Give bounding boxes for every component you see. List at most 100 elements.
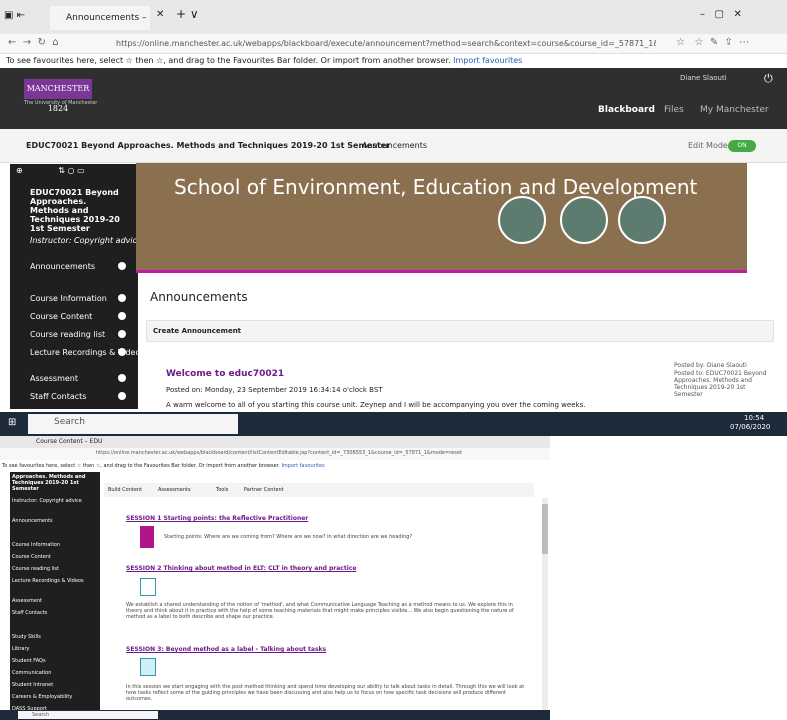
windows-taskbar-2: Search <box>0 710 550 720</box>
scrollbar[interactable] <box>542 498 548 712</box>
clock-date: 07/06/2020 <box>730 423 771 431</box>
menu-course-content-2[interactable]: Course Content <box>12 554 82 560</box>
menu-copyright-2[interactable]: Instructor: Copyright advice <box>12 498 82 504</box>
browser-tab-bar: ▣ ⇤ Announcements – EDL ✕ + ∨ – ▢ ✕ <box>0 0 787 34</box>
import-favourites-link-2[interactable]: Import favourites <box>281 463 324 469</box>
menu-communication[interactable]: Communication <box>12 670 82 676</box>
favorites-hint-2: To see favourites here, select ☆ then ☆,… <box>2 463 280 469</box>
session-3-link[interactable]: SESSION 3: Beyond method as a label - Ta… <box>126 646 326 653</box>
tools-button[interactable]: Tools <box>216 487 228 493</box>
content-toolbar: Build Content Assessments Tools Partner … <box>104 483 534 497</box>
announcement-body: A warm welcome to all of you starting th… <box>166 401 586 409</box>
menu-dot <box>118 262 126 270</box>
address-bar: ← → ↻ ⌂ https://online.manchester.ac.uk/… <box>0 34 787 54</box>
menu-copyright[interactable]: Instructor: Copyright advice <box>30 236 142 245</box>
menu-announcements[interactable]: Announcements <box>30 262 130 271</box>
session-1-link[interactable]: SESSION 1 Starting points: the Reflectiv… <box>126 515 308 522</box>
url-input[interactable]: https://online.manchester.ac.uk/webapps/… <box>116 37 656 51</box>
favorites-bar-2: To see favourites here, select ☆ then ☆,… <box>0 460 550 472</box>
favorites-hint-2: then ☆, and drag to the Favourites Bar f… <box>135 56 451 65</box>
menu-dot <box>118 348 126 356</box>
windows-taskbar: ⊞ Search 10:54 07/06/2020 <box>0 412 787 436</box>
announcement-title[interactable]: Welcome to educ70021 <box>166 369 284 379</box>
nav-files[interactable]: Files <box>664 105 684 115</box>
breadcrumb-course[interactable]: EDUC70021 Beyond Approaches. Methods and… <box>26 129 390 163</box>
menu-announcements-2[interactable]: Announcements <box>12 518 82 524</box>
menu-student-intranet[interactable]: Student Intranet <box>12 682 82 688</box>
menu-careers[interactable]: Careers & Employability <box>12 694 82 700</box>
close-tab-icon[interactable]: ✕ <box>156 9 164 20</box>
menu-course-information[interactable]: Course Information <box>30 294 130 303</box>
session-icon <box>140 526 154 548</box>
partner-content-button[interactable]: Partner Content <box>244 487 284 493</box>
build-content-button[interactable]: Build Content <box>108 487 142 493</box>
favorites-hint: To see favourites here, select <box>6 56 124 65</box>
site-header: MANCHESTER 1824 The University of Manche… <box>0 68 787 129</box>
assessments-button[interactable]: Assessments <box>158 487 191 493</box>
menu-staff-contacts-2[interactable]: Staff Contacts <box>12 610 82 616</box>
browser-actions[interactable]: ☆ ☆ ✎ ⇪ ⋯ <box>676 37 749 48</box>
tab-course-content[interactable]: Course Content – EDU <box>36 438 102 445</box>
nav-buttons[interactable]: ← → ↻ ⌂ <box>8 37 59 48</box>
banner-photo <box>560 196 608 244</box>
session-3-desc: In this session we start engaging with t… <box>126 684 525 702</box>
menu-assessment-2[interactable]: Assessment <box>12 598 82 604</box>
browser-tab-bar-2: Course Content – EDU <box>0 436 550 448</box>
menu-reading-list[interactable]: Course reading list <box>30 330 130 339</box>
menu-assessment[interactable]: Assessment <box>30 374 130 383</box>
menu-dot <box>118 374 126 382</box>
session-icon <box>140 658 156 676</box>
tab-announcements[interactable]: Announcements – EDL <box>50 6 150 30</box>
logo-subtitle: The University of Manchester <box>24 100 98 106</box>
url-input-2[interactable]: https://online.manchester.ac.uk/webapps/… <box>96 450 462 456</box>
university-logo[interactable]: MANCHESTER 1824 <box>24 79 92 113</box>
menu-tools-icon[interactable]: ⊕ ⇅ ○ ▭ <box>16 166 85 175</box>
menu-course-content[interactable]: Course Content <box>30 312 130 321</box>
create-announcement-button[interactable]: Create Announcement <box>153 327 241 335</box>
nav-blackboard[interactable]: Blackboard <box>598 105 655 115</box>
power-icon[interactable]: ⏻ <box>764 72 773 86</box>
menu-lecture-recordings[interactable]: Lecture Recordings & Videos <box>30 348 145 357</box>
menu-dot <box>118 312 126 320</box>
tab-title: Announcements – EDL <box>66 13 150 23</box>
session-2-link[interactable]: SESSION 2 Thinking about method in ELT: … <box>126 565 356 572</box>
menu-course-title[interactable]: EDUC70021 Beyond Approaches. Methods and… <box>30 188 126 233</box>
banner-title: School of Environment, Education and Dev… <box>174 175 698 199</box>
menu-course-information-2[interactable]: Course Information <box>12 542 82 548</box>
breadcrumb-page: Announcements <box>362 141 428 150</box>
menu-course-title-2[interactable]: Approaches. Methods and Techniques 2019-… <box>12 474 92 492</box>
course-menu-2: Approaches. Methods and Techniques 2019-… <box>10 472 100 720</box>
session-1-desc: Starting points: Where are we coming fro… <box>164 534 412 540</box>
announcement-poster: Posted by: Diane Slaouti <box>674 362 747 369</box>
address-bar-2: https://online.manchester.ac.uk/webapps/… <box>0 448 550 460</box>
menu-lecture-recordings-2[interactable]: Lecture Recordings & Videos <box>12 578 84 584</box>
menu-staff-contacts[interactable]: Staff Contacts <box>30 392 130 401</box>
action-bar: Create Announcement <box>146 320 774 342</box>
menu-student-faqs[interactable]: Student FAQs <box>12 658 82 664</box>
edit-mode-toggle[interactable]: ON <box>728 140 756 152</box>
scrollbar-thumb[interactable] <box>542 504 548 554</box>
clock-time: 10:54 <box>744 414 765 422</box>
search-label-2: Search <box>32 712 50 718</box>
menu-reading-list-2[interactable]: Course reading list <box>12 566 82 572</box>
user-name[interactable]: Diane Slaouti <box>680 74 727 82</box>
search-label: Search <box>54 417 85 427</box>
menu-dot <box>118 294 126 302</box>
announcement-date: Posted on: Monday, 23 September 2019 16:… <box>166 386 383 394</box>
taskbar-search-2[interactable]: Search <box>18 711 158 719</box>
menu-study-skills[interactable]: Study Skills <box>12 634 82 640</box>
announcement-posted-to: Posted to: EDUC70021 Beyond Approaches. … <box>674 370 767 398</box>
banner-photo <box>498 196 546 244</box>
tab-actions-icon[interactable]: ▣ ⇤ <box>4 10 25 21</box>
favorites-bar: To see favourites here, select ☆ then ☆,… <box>0 54 787 68</box>
nav-my-manchester[interactable]: My Manchester <box>700 105 769 115</box>
new-tab-icon[interactable]: + ∨ <box>176 7 199 21</box>
breadcrumb: EDUC70021 Beyond Approaches. Methods and… <box>0 129 787 163</box>
taskbar-search[interactable]: Search <box>28 414 238 434</box>
import-favourites-link[interactable]: Import favourites <box>453 56 522 65</box>
menu-library[interactable]: Library <box>12 646 82 652</box>
window-controls[interactable]: – ▢ ✕ <box>700 9 742 20</box>
start-icon[interactable]: ⊞ <box>8 417 16 428</box>
course-menu: ⊕ ⇅ ○ ▭ EDUC70021 Beyond Approaches. Met… <box>10 164 145 409</box>
banner-photo <box>618 196 666 244</box>
